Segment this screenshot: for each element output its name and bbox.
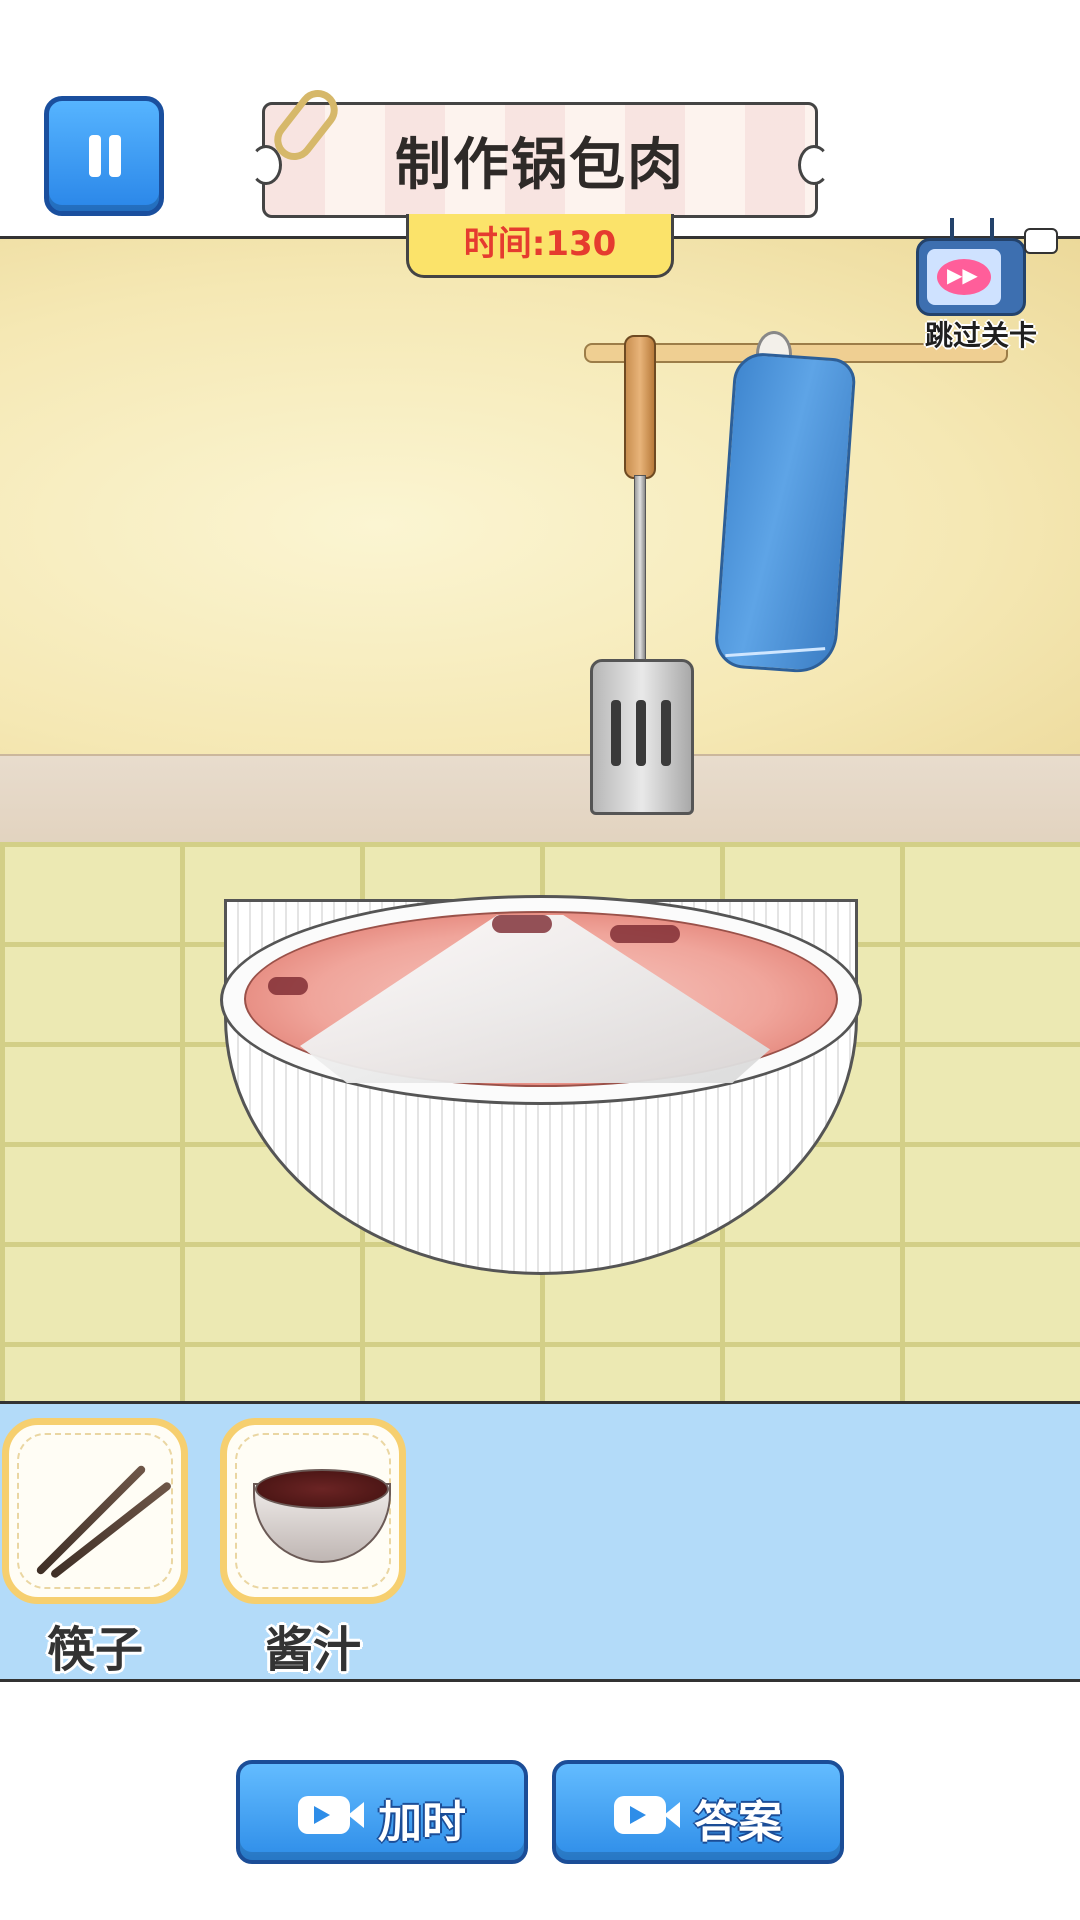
inventory-shelf: 筷子 酱汁 — [0, 1404, 1080, 1682]
skip-level-label: 跳过关卡 — [924, 319, 1037, 352]
skip-level-button[interactable]: 跳过关卡 — [906, 218, 1058, 358]
video-camera-icon — [298, 1796, 364, 1834]
video-camera-icon — [1024, 228, 1058, 254]
timer-badge: 时间:130 — [406, 214, 674, 278]
level-title-plate: 制作锅包肉 — [250, 102, 830, 218]
spatula-head — [590, 659, 694, 815]
add-time-button[interactable]: 加时 — [236, 1760, 528, 1864]
item-sauce[interactable] — [220, 1418, 406, 1604]
timer-label: 时间: — [463, 224, 546, 264]
video-camera-icon — [614, 1796, 680, 1834]
item-chopsticks[interactable] — [2, 1418, 188, 1604]
add-time-label: 加时 — [378, 1797, 466, 1848]
item-label-sauce: 酱汁 — [264, 1622, 361, 1678]
chopsticks-icon — [35, 1445, 173, 1585]
spatula[interactable] — [624, 335, 656, 479]
answer-button[interactable]: 答案 — [552, 1760, 844, 1864]
level-title: 制作锅包肉 — [395, 132, 685, 198]
timer-value: 130 — [545, 224, 617, 264]
blue-towel[interactable] — [713, 351, 857, 675]
answer-label: 答案 — [694, 1797, 782, 1848]
sauce-bowl-icon — [253, 1469, 391, 1565]
counter-ledge — [0, 754, 1080, 847]
pause-icon — [89, 135, 101, 177]
kitchen-scene — [0, 236, 1080, 1404]
tv-fast-forward-icon — [916, 238, 1026, 316]
item-label-chopsticks: 筷子 — [46, 1622, 143, 1678]
pause-button[interactable] — [44, 96, 164, 216]
